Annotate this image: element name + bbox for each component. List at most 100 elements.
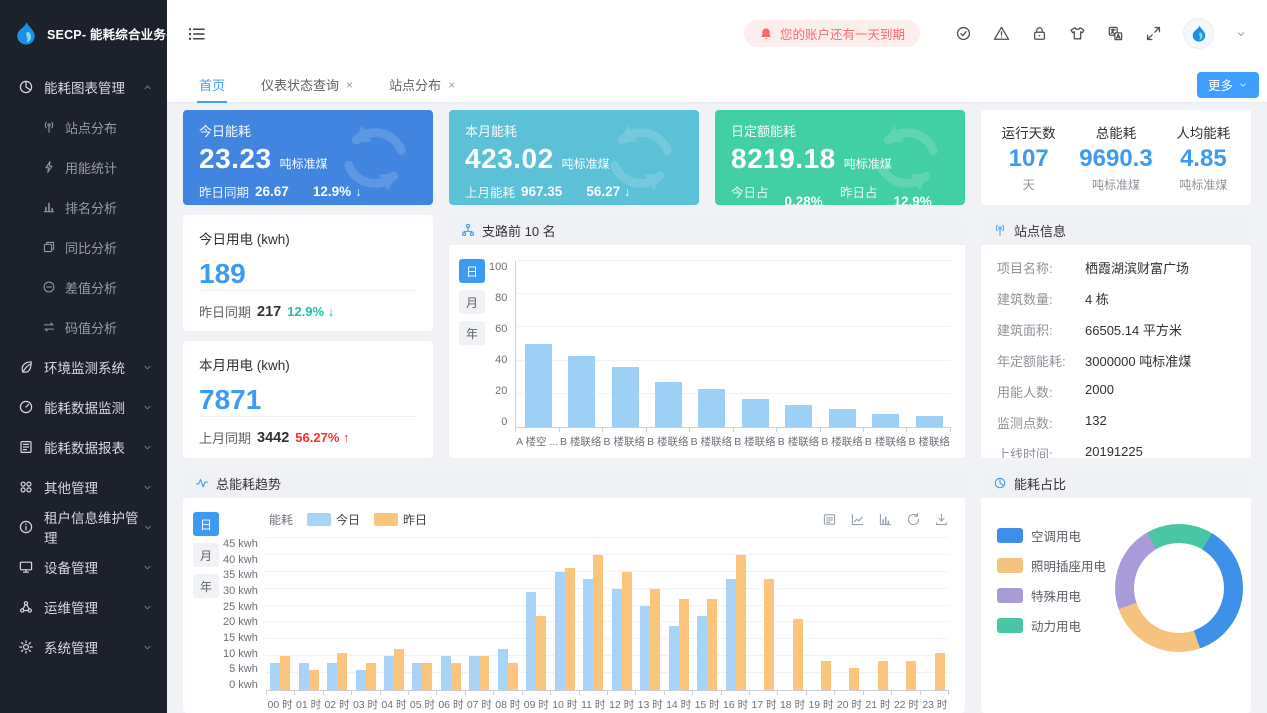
kpi-foot-value: 967.35 <box>521 184 562 199</box>
notice-text: 您的账户还有一天到期 <box>780 24 905 43</box>
today-electricity-card: 今日用电 (kwh) 189 昨日同期 217 12.9% ↓ <box>183 215 433 331</box>
avatar-flame-icon <box>1189 24 1209 44</box>
language-icon[interactable] <box>1107 25 1124 42</box>
bar-group <box>380 538 408 690</box>
site-info-value: 132 <box>1085 413 1107 432</box>
close-tab-icon[interactable]: × <box>346 78 353 92</box>
sidebar-sub-item[interactable]: 用能统计 <box>0 147 167 187</box>
more-button[interactable]: 更多 <box>1197 72 1259 98</box>
stat-value: 107 <box>1009 145 1049 173</box>
legend-label: 动力用电 <box>1031 616 1081 635</box>
tab-站点分布[interactable]: 站点分布× <box>371 67 473 103</box>
toggle-日[interactable]: 日 <box>459 259 485 283</box>
site-info-label: 上线时间: <box>997 444 1085 458</box>
toolbox-dataview-icon[interactable] <box>822 512 837 527</box>
bar-group <box>864 261 907 427</box>
warning-icon[interactable] <box>993 25 1010 42</box>
sidebar-group-item[interactable]: 能耗图表管理 <box>0 67 167 107</box>
menu-collapse-icon[interactable] <box>187 24 207 44</box>
user-avatar[interactable] <box>1183 18 1214 49</box>
toolbox-linechart-icon[interactable] <box>850 512 865 527</box>
user-menu-chevron-icon[interactable] <box>1235 28 1247 40</box>
kpi-value: 423.02 <box>465 143 554 174</box>
sidebar: SECP- 能耗综合业务平台 能耗图表管理站点分布用能统计排名分析同比分析差值分… <box>0 0 167 713</box>
bar <box>299 663 309 690</box>
antenna-icon <box>42 120 56 134</box>
footer-label: 昨日同期 <box>199 302 251 321</box>
bar <box>793 619 803 690</box>
sidebar-sub-label: 差值分析 <box>65 278 117 297</box>
stat-unit: 吨标准煤 <box>1092 176 1140 193</box>
sidebar-sub-item[interactable]: 站点分布 <box>0 107 167 147</box>
y-axis-labels: 45 kwh40 kwh35 kwh30 kwh25 kwh20 kwh15 k… <box>223 538 266 713</box>
bar <box>309 670 319 690</box>
bar <box>640 606 650 690</box>
bar <box>736 555 746 690</box>
legend-item[interactable]: 昨日 <box>374 511 427 528</box>
kpi-foot-label: 昨日同期 <box>199 182 249 201</box>
theme-check-icon[interactable] <box>955 25 972 42</box>
stat-label: 运行天数 <box>1002 122 1056 142</box>
sidebar-sub-item[interactable]: 码值分析 <box>0 307 167 347</box>
bar <box>469 656 479 690</box>
legend-label: 昨日 <box>403 511 427 528</box>
energy-trend-chart: 45 kwh40 kwh35 kwh30 kwh25 kwh20 kwh15 k… <box>223 538 949 713</box>
toggle-年[interactable]: 年 <box>459 321 485 345</box>
legend-item[interactable]: 今日 <box>307 511 360 528</box>
tab-仪表状态查询[interactable]: 仪表状态查询× <box>243 67 371 103</box>
legend-item[interactable]: 空调用电 <box>997 526 1106 545</box>
bar <box>906 661 916 690</box>
legend-swatch <box>997 528 1023 543</box>
bar <box>872 414 899 427</box>
bar <box>583 579 593 690</box>
bar <box>525 344 552 427</box>
legend-item[interactable]: 动力用电 <box>997 616 1106 635</box>
sidebar-group-item[interactable]: 能耗数据报表 <box>0 427 167 467</box>
bar-group <box>734 261 777 427</box>
account-expiry-notice[interactable]: 您的账户还有一天到期 <box>744 20 920 47</box>
footer-value: 217 <box>257 304 281 320</box>
sidebar-group-item[interactable]: 能耗数据监测 <box>0 387 167 427</box>
toolbox-refresh-icon[interactable] <box>906 512 921 527</box>
bar-group <box>408 538 436 690</box>
tab-首页[interactable]: 首页 <box>181 67 243 103</box>
toolbox-download-icon[interactable] <box>934 512 949 527</box>
site-info-value: 3000000 吨标准煤 <box>1085 351 1191 370</box>
sidebar-group-item[interactable]: 设备管理 <box>0 547 167 587</box>
fullscreen-icon[interactable] <box>1145 25 1162 42</box>
sidebar-group-item[interactable]: 其他管理 <box>0 467 167 507</box>
sidebar-group-item[interactable]: 运维管理 <box>0 587 167 627</box>
sidebar-group-item[interactable]: 租户信息维护管理 <box>0 507 167 547</box>
legend-item[interactable]: 照明插座用电 <box>997 556 1106 575</box>
close-tab-icon[interactable]: × <box>448 78 455 92</box>
toolbox-barchart-icon[interactable] <box>878 512 893 527</box>
bar-group <box>750 538 778 690</box>
toggle-月[interactable]: 月 <box>459 290 485 314</box>
site-info-row: 项目名称:栖霞湖滨财富广场 <box>997 258 1235 277</box>
site-info-value: 20191225 <box>1085 444 1143 458</box>
card-footer: 昨日同期 217 12.9% ↓ <box>199 291 417 321</box>
sidebar-sub-item[interactable]: 排名分析 <box>0 187 167 227</box>
legend-item[interactable]: 特殊用电 <box>997 586 1106 605</box>
bar <box>441 656 451 690</box>
site-info-label: 监测点数: <box>997 413 1085 432</box>
more-button-label: 更多 <box>1208 75 1233 94</box>
skin-theme-icon[interactable] <box>1069 25 1086 42</box>
chevron-down-icon <box>142 602 153 613</box>
site-info-value: 2000 <box>1085 382 1114 401</box>
sidebar-group-label: 环境监测系统 <box>44 357 125 377</box>
toggle-月[interactable]: 月 <box>193 543 219 567</box>
lock-icon[interactable] <box>1031 25 1048 42</box>
branch-top10-panel: 支路前 10 名 日月年 100806040200A 楼空 ...B 楼联络B … <box>449 215 965 458</box>
toggle-年[interactable]: 年 <box>193 574 219 598</box>
sidebar-sub-label: 站点分布 <box>65 118 117 137</box>
lightning-icon <box>42 160 56 174</box>
sidebar-sub-item[interactable]: 差值分析 <box>0 267 167 307</box>
toggle-日[interactable]: 日 <box>193 512 219 536</box>
site-info-row: 建筑数量:4 栋 <box>997 289 1235 308</box>
sidebar-group-item[interactable]: 环境监测系统 <box>0 347 167 387</box>
bar-group <box>647 261 690 427</box>
sidebar-group-item[interactable]: 系统管理 <box>0 627 167 667</box>
bar <box>536 616 546 690</box>
sidebar-sub-item[interactable]: 同比分析 <box>0 227 167 267</box>
